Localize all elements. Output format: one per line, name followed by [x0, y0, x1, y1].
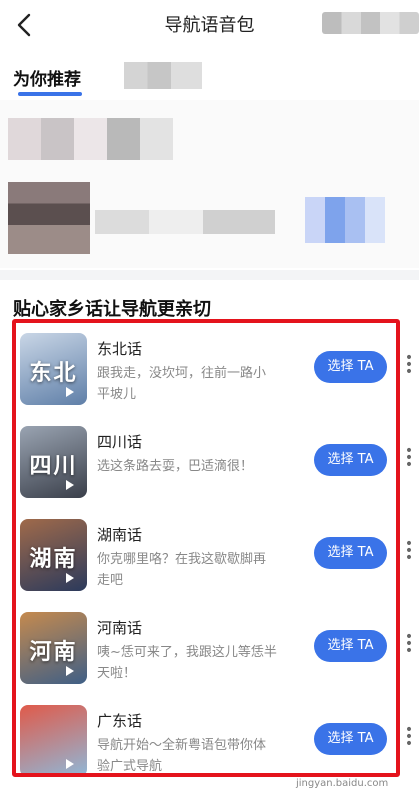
- more-options-icon[interactable]: • • •: [404, 723, 414, 751]
- blurred-text: [8, 118, 173, 160]
- voice-description: 咦~恁可来了，我跟这儿等恁半天啦！: [97, 645, 277, 681]
- voice-thumbnail[interactable]: 四川: [20, 426, 87, 498]
- tab-recommended[interactable]: 为你推荐: [13, 65, 81, 90]
- play-icon[interactable]: [66, 759, 74, 769]
- more-options-icon[interactable]: • • •: [404, 351, 414, 379]
- voice-thumbnail[interactable]: [20, 705, 87, 777]
- tab-active-indicator: [18, 92, 82, 96]
- voice-thumbnail[interactable]: 东北: [20, 333, 87, 405]
- voice-name: 湖南话: [97, 526, 143, 544]
- select-voice-button[interactable]: 选择 TA: [314, 351, 387, 383]
- section-title: 贴心家乡话让导航更亲切: [13, 299, 211, 320]
- blurred-thumbnail: [8, 182, 90, 254]
- thumbnail-label: 东北: [29, 361, 78, 386]
- thumbnail-label: 湖南: [29, 547, 78, 572]
- voice-description: 你克哪里咯？在我这歇歇脚再走吧: [97, 552, 267, 588]
- section-divider: [0, 270, 419, 280]
- play-icon[interactable]: [66, 387, 74, 397]
- voice-thumbnail[interactable]: 湖南: [20, 519, 87, 591]
- voice-name: 东北话: [97, 340, 143, 358]
- tab-blurred[interactable]: [124, 62, 202, 89]
- voice-name: 广东话: [97, 712, 143, 730]
- voice-name: 四川话: [97, 433, 143, 451]
- thumbnail-label: 四川: [29, 454, 78, 479]
- blurred-header-action[interactable]: [322, 12, 419, 34]
- blurred-button[interactable]: [305, 197, 385, 243]
- voice-description: 导航开始～全新粤语包带你体验广式导航: [97, 738, 267, 774]
- select-voice-button[interactable]: 选择 TA: [314, 630, 387, 662]
- voice-description: 选这条路去耍，巴适滴很！: [97, 459, 254, 474]
- watermark: jingyan.baidu.com: [296, 778, 389, 789]
- select-voice-button[interactable]: 选择 TA: [314, 537, 387, 569]
- thumbnail-label: 河南: [29, 640, 78, 665]
- voice-thumbnail[interactable]: 河南: [20, 612, 87, 684]
- tab-bar: 为你推荐: [0, 55, 419, 100]
- more-options-icon[interactable]: • • •: [404, 537, 414, 565]
- header-bar: 导航语音包: [0, 0, 419, 50]
- play-icon[interactable]: [66, 480, 74, 490]
- select-voice-button[interactable]: 选择 TA: [314, 444, 387, 476]
- list-item: 四川 四川话 选这条路去耍，巴适滴很！ 选择 TA • • •: [0, 420, 419, 513]
- play-icon[interactable]: [66, 666, 74, 676]
- more-options-icon[interactable]: • • •: [404, 444, 414, 472]
- list-item: 湖南 湖南话 你克哪里咯？在我这歇歇脚再走吧 选择 TA • • •: [0, 513, 419, 606]
- select-voice-button[interactable]: 选择 TA: [314, 723, 387, 755]
- blurred-featured-card: [0, 100, 419, 268]
- list-item: 东北 东北话 跟我走，没坎坷，往前一路小平坡儿 选择 TA • • •: [0, 327, 419, 420]
- voice-description: 跟我走，没坎坷，往前一路小平坡儿: [97, 366, 267, 402]
- blurred-text: [95, 210, 275, 234]
- list-item: 河南 河南话 咦~恁可来了，我跟这儿等恁半天啦！ 选择 TA • • •: [0, 606, 419, 699]
- more-options-icon[interactable]: • • •: [404, 630, 414, 658]
- play-icon[interactable]: [66, 573, 74, 583]
- voice-name: 河南话: [97, 619, 143, 637]
